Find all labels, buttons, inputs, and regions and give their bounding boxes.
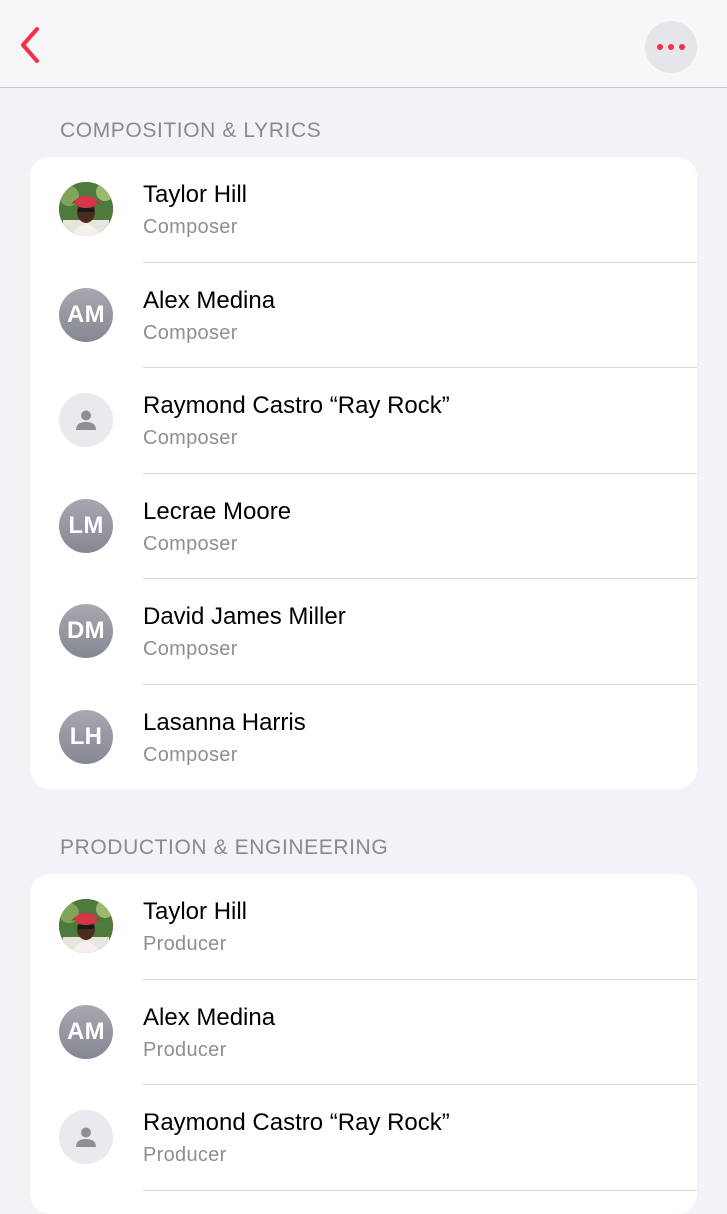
- navigation-bar: [0, 0, 727, 88]
- credit-name: Raymond Castro “Ray Rock”: [143, 392, 450, 419]
- avatar-initials: LM: [59, 498, 113, 553]
- avatar-initials: LH: [59, 709, 113, 764]
- credit-row-lecrae-moore[interactable]: LM Lecrae Moore Composer: [30, 474, 697, 579]
- avatar-initials: AM: [59, 287, 113, 342]
- back-button[interactable]: [10, 24, 50, 70]
- credit-row-alex-medina[interactable]: AM Alex Medina Composer: [30, 263, 697, 368]
- credit-role: Composer: [143, 321, 238, 344]
- credit-role: Composer: [143, 638, 238, 660]
- credit-row-taylor-hill[interactable]: Taylor Hill Composer: [30, 157, 697, 263]
- credit-role: Composer: [143, 427, 238, 449]
- credit-row-lasanna-harris[interactable]: LH Lasanna Harris Composer: [30, 685, 697, 790]
- credit-name: Lecrae Moore: [143, 497, 292, 525]
- person-placeholder-icon: [59, 1110, 113, 1164]
- credit-name: Alex Medina: [143, 286, 276, 314]
- row-divider: [143, 1189, 697, 1191]
- credit-name: Taylor Hill: [143, 181, 248, 208]
- ellipsis-icon: [655, 44, 688, 50]
- credit-row-david-james-miller[interactable]: DM David James Miller Composer: [30, 579, 697, 685]
- more-options-button[interactable]: [645, 21, 697, 73]
- credit-role: Producer: [143, 933, 227, 955]
- credit-row-alex-medina[interactable]: AM Alex Medina Producer: [30, 980, 697, 1085]
- credit-role: Composer: [143, 216, 238, 238]
- credit-role: Producer: [143, 1144, 227, 1166]
- credit-row-raymond-castro-ray-rock[interactable]: Raymond Castro “Ray Rock” Producer: [30, 1085, 697, 1191]
- credit-row-taylor-hill[interactable]: Taylor Hill Producer: [30, 874, 697, 980]
- credit-name: David James Miller: [143, 603, 346, 630]
- credit-role: Producer: [143, 1038, 227, 1061]
- credit-row-raymond-castro-ray-rock[interactable]: Raymond Castro “Ray Rock” Composer: [30, 368, 697, 474]
- credits-card-production: Taylor Hill Producer AM Alex Medina Producer…: [30, 874, 697, 1214]
- credit-role: Composer: [143, 532, 238, 555]
- avatar-initials: AM: [59, 1004, 113, 1059]
- credit-name: Taylor Hill: [143, 898, 248, 925]
- avatar-initials: DM: [59, 604, 113, 658]
- chevron-left-icon: [18, 25, 42, 70]
- section-header-production: PRODUCTION & ENGINEERING: [60, 836, 389, 859]
- avatar-photo: [59, 182, 113, 236]
- credit-name: Alex Medina: [143, 1003, 276, 1031]
- credit-name: Lasanna Harris: [143, 708, 306, 736]
- credits-card-composition: Taylor Hill Composer AM Alex Medina Composer…: [30, 157, 697, 789]
- section-header-composition: COMPOSITION & LYRICS: [60, 119, 322, 142]
- person-placeholder-icon: [59, 393, 113, 447]
- credit-name: Raymond Castro “Ray Rock”: [143, 1109, 450, 1136]
- avatar-photo: [59, 899, 113, 953]
- credit-role: Composer: [143, 743, 238, 766]
